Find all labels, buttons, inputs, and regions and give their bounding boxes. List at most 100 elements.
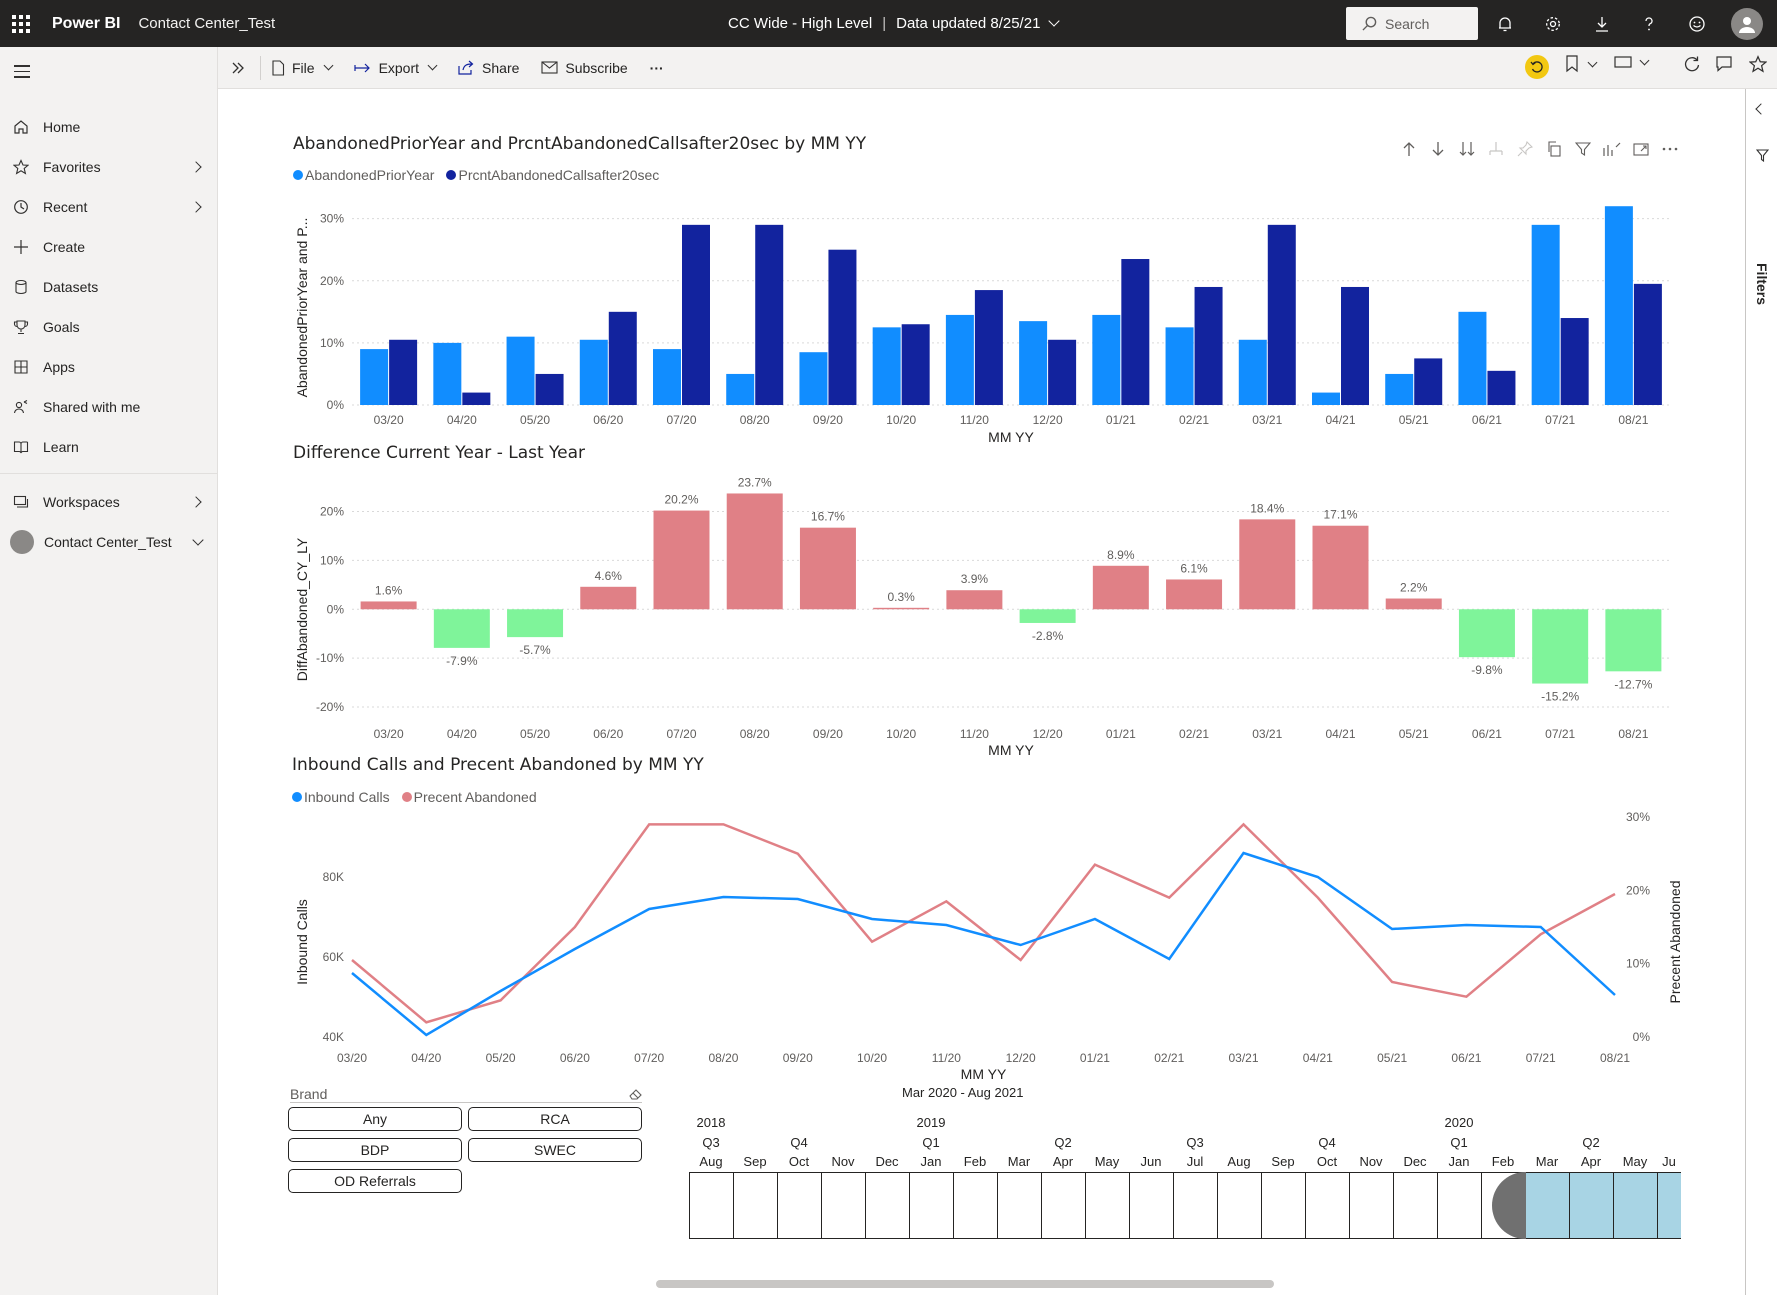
workspace-breadcrumb[interactable]: Contact Center_Test: [138, 15, 275, 32]
timeline-period-cell[interactable]: [733, 1172, 777, 1239]
timeline-period-cell[interactable]: [1041, 1172, 1085, 1239]
chevron-right-icon[interactable]: [190, 161, 202, 173]
timeline-period-cell[interactable]: [1393, 1172, 1437, 1239]
timeline-period-cell[interactable]: [1085, 1172, 1129, 1239]
help-icon[interactable]: [1637, 12, 1661, 36]
nav-shared-with-me[interactable]: Shared with me: [0, 389, 218, 425]
slicer-option[interactable]: OD Referrals: [288, 1169, 462, 1193]
user-avatar[interactable]: [1731, 8, 1763, 40]
x-tick-label: 04/20: [447, 413, 477, 427]
x-tick-label: 07/20: [634, 1051, 664, 1065]
timeline-period-cell[interactable]: [777, 1172, 821, 1239]
nav-label: Datasets: [43, 279, 99, 295]
nav-current-workspace[interactable]: Contact Center_Test: [0, 524, 218, 560]
more-options-button[interactable]: ···: [650, 60, 664, 76]
spotlight-icon[interactable]: [1603, 140, 1621, 158]
timeline-period-cell[interactable]: [1173, 1172, 1217, 1239]
drill-down-icon[interactable]: [1429, 140, 1447, 158]
timeline-period-cell[interactable]: [821, 1172, 865, 1239]
x-tick-label: 09/20: [813, 413, 843, 427]
timeline-period-cell[interactable]: [1657, 1172, 1681, 1239]
nav-workspaces[interactable]: Workspaces: [0, 484, 218, 520]
horizontal-scrollbar[interactable]: [656, 1280, 1274, 1288]
chevron-down-icon[interactable]: [192, 534, 204, 546]
brand-name[interactable]: Power BI: [52, 15, 120, 33]
nav-label: Create: [43, 239, 86, 255]
chevron-left-icon[interactable]: [1755, 103, 1767, 115]
slicer-option[interactable]: SWEC: [468, 1138, 642, 1162]
comment-button[interactable]: [1715, 55, 1733, 73]
timeline-period-cell[interactable]: [1129, 1172, 1173, 1239]
copy-icon[interactable]: [1545, 140, 1563, 158]
legend-item[interactable]: AbandonedPriorYear: [293, 167, 434, 183]
more-options-icon[interactable]: [1661, 140, 1679, 158]
x-tick-label: 01/21: [1106, 727, 1136, 741]
file-menu[interactable]: File: [271, 60, 334, 76]
filter-icon[interactable]: [1574, 140, 1592, 158]
report-title-menu[interactable]: CC Wide - High Level | Data updated 8/25…: [728, 0, 1061, 47]
timeline-period-cell[interactable]: [1305, 1172, 1349, 1239]
nav-datasets[interactable]: Datasets: [0, 269, 218, 305]
drill-up-icon[interactable]: [1400, 140, 1418, 158]
search-input[interactable]: Search: [1346, 7, 1478, 40]
bookmark-menu[interactable]: [1565, 55, 1598, 73]
share-button[interactable]: Share: [458, 60, 519, 76]
workspaces-icon: [11, 492, 31, 512]
timeline-period-cell[interactable]: [1525, 1172, 1569, 1239]
timeline-period-cell[interactable]: [1217, 1172, 1261, 1239]
timeline-period-cell[interactable]: [909, 1172, 953, 1239]
slicer-option[interactable]: Any: [288, 1107, 462, 1131]
focus-mode-icon[interactable]: [1632, 140, 1650, 158]
legend-item[interactable]: PrcntAbandonedCallsafter20sec: [446, 167, 659, 183]
slicer-option[interactable]: RCA: [468, 1107, 642, 1131]
timeline-period-cell[interactable]: [1349, 1172, 1393, 1239]
subscribe-button[interactable]: Subscribe: [541, 60, 628, 76]
timeline-period-cell[interactable]: [1261, 1172, 1305, 1239]
hamburger-menu-icon[interactable]: [14, 65, 30, 82]
nav-apps[interactable]: Apps: [0, 349, 218, 385]
eraser-icon[interactable]: [629, 1088, 643, 1100]
slicer-option[interactable]: BDP: [288, 1138, 462, 1162]
legend-label: Inbound Calls: [304, 789, 390, 805]
nav-home[interactable]: Home: [0, 109, 218, 145]
timeline-quarter-label: Q2: [1054, 1135, 1072, 1150]
gear-icon[interactable]: [1541, 12, 1565, 36]
view-menu[interactable]: [1614, 55, 1650, 69]
nav-recent[interactable]: Recent: [0, 189, 218, 225]
bar-prcnt-abandoned: [1633, 283, 1662, 405]
chevron-right-icon[interactable]: [190, 496, 202, 508]
legend-item[interactable]: Precent Abandoned: [401, 789, 537, 805]
legend-item[interactable]: Inbound Calls: [292, 789, 390, 805]
download-icon[interactable]: [1590, 12, 1614, 36]
timeline-period-cell[interactable]: [689, 1172, 733, 1239]
timeline-period-cell[interactable]: [1569, 1172, 1613, 1239]
nav-create[interactable]: Create: [0, 229, 218, 265]
y-axis-title: DiffAbandoned_CY_LY: [294, 537, 310, 681]
timeline-period-cell[interactable]: [865, 1172, 909, 1239]
feedback-smiley-icon[interactable]: [1685, 12, 1709, 36]
bell-icon[interactable]: [1493, 12, 1517, 36]
favorite-button[interactable]: [1749, 55, 1767, 73]
nav-favorites[interactable]: Favorites: [0, 149, 218, 185]
pin-icon[interactable]: [1516, 140, 1534, 158]
book-icon: [11, 437, 31, 457]
timeline-period-cell[interactable]: [953, 1172, 997, 1239]
chevron-right-icon[interactable]: [190, 201, 202, 213]
expand-all-down-icon[interactable]: [1458, 140, 1476, 158]
app-launcher-icon[interactable]: [0, 0, 42, 47]
timeline-period-cell[interactable]: [997, 1172, 1041, 1239]
timeline-period-cell[interactable]: [1613, 1172, 1657, 1239]
timeline-period-cell[interactable]: [1437, 1172, 1481, 1239]
nav-learn[interactable]: Learn: [0, 429, 218, 465]
legend-dot: [293, 170, 303, 180]
export-menu[interactable]: Export: [353, 60, 438, 76]
x-tick-label: 08/21: [1618, 727, 1648, 741]
expand-double-chevron-icon[interactable]: [230, 60, 246, 76]
refresh-button[interactable]: [1683, 55, 1701, 73]
nav-goals[interactable]: Goals: [0, 309, 218, 345]
timeline-cells[interactable]: [689, 1172, 1681, 1239]
diff-bar: [1312, 525, 1369, 610]
bar-prcnt-abandoned: [828, 249, 857, 405]
filters-pane[interactable]: Filters: [1745, 89, 1777, 1295]
reset-button[interactable]: [1525, 55, 1549, 79]
